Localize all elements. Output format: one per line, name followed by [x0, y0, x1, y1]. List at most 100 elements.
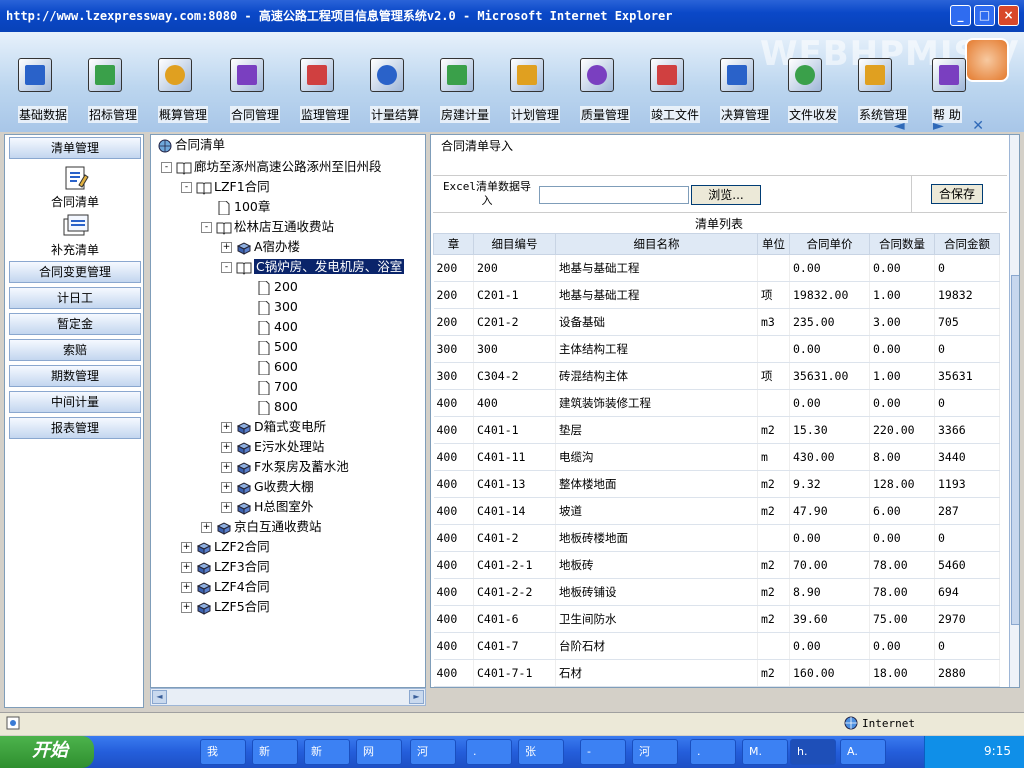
tree-node[interactable]: 200	[241, 277, 298, 297]
taskbar-button[interactable]: h.	[790, 739, 836, 765]
tree-node-label[interactable]: F水泵房及蓄水池	[254, 459, 349, 474]
close-button[interactable]: ×	[998, 5, 1019, 26]
taskbar-button[interactable]: 张	[518, 739, 564, 765]
table-row[interactable]: 400C401-7-2台阶石材铺设m231.5018.00567	[433, 686, 1000, 687]
table-row[interactable]: 200 C201-1 地基与基础工程项 19832.00 1.00 19832	[433, 281, 1000, 309]
scroll-thumb[interactable]	[1011, 275, 1019, 625]
tree-node-label[interactable]: G收费大棚	[254, 479, 314, 494]
taskbar-button[interactable]: 河	[632, 739, 678, 765]
collapse-icon[interactable]: -	[181, 182, 192, 193]
expand-icon[interactable]: +	[221, 242, 232, 253]
tree-node-label[interactable]: 100章	[234, 199, 270, 214]
column-header[interactable]: 合同单价	[789, 233, 870, 255]
table-vertical-scrollbar[interactable]	[1009, 135, 1019, 687]
tree-node[interactable]: 400	[241, 317, 298, 337]
panel-nav-controls[interactable]: ◄ ► ✕	[894, 118, 996, 132]
tree-node-label[interactable]: 300	[274, 299, 298, 314]
tree-node-label[interactable]: C锅炉房、发电机房、浴室	[254, 259, 405, 274]
nav-item-2[interactable]: 暂定金	[9, 313, 141, 335]
collapse-icon[interactable]: -	[161, 162, 172, 173]
table-row[interactable]: 400 C401-13 整体楼地面 m2 9.32 128.00 1193	[433, 470, 1000, 498]
table-row[interactable]: 400 C401-1 垫层 m2 15.30 220.00 3366	[433, 416, 1000, 444]
taskbar-button[interactable]: .	[690, 739, 736, 765]
table-row[interactable]: 300 300 主体结构工程 0.00 0.00 0	[433, 335, 1000, 363]
tree-node-label[interactable]: 500	[274, 339, 298, 354]
minimize-button[interactable]: _	[950, 5, 971, 26]
tree-node[interactable]: + E污水处理站	[221, 437, 324, 457]
nav-item-5[interactable]: 中间计量	[9, 391, 141, 413]
tree-node[interactable]: - LZF1合同	[181, 177, 270, 197]
taskbar-button[interactable]: -	[580, 739, 626, 765]
tree-node[interactable]: 100章	[201, 197, 270, 217]
table-row[interactable]: 200 C201-2 设备基础 m3 235.00 3.00 705	[433, 308, 1000, 336]
tree-node[interactable]: - 廊坊至涿州高速公路涿州至旧州段	[161, 157, 382, 177]
table-row[interactable]: 300 C304-2 砖混结构主体项 35631.00 1.00 35631	[433, 362, 1000, 390]
tree-node-label[interactable]: 700	[274, 379, 298, 394]
toolbar-item-12[interactable]: 系统管理	[856, 56, 926, 123]
column-header[interactable]: 章	[433, 233, 474, 255]
table-row[interactable]: 400 C401-14 坡道 m2 47.90 6.00 287	[433, 497, 1000, 525]
toolbar-item-13[interactable]: 帮 助	[930, 56, 1000, 123]
taskbar-button[interactable]: 新	[304, 739, 350, 765]
table-row[interactable]: 400 C401-7 台阶石材 0.00 0.00 0	[433, 632, 1000, 660]
nav-item-0[interactable]: 合同变更管理	[9, 261, 141, 283]
toolbar-item-3[interactable]: 合同管理	[228, 56, 298, 123]
tree-node-label[interactable]: LZF2合同	[214, 539, 270, 554]
table-row[interactable]: 400 C401-2 地板砖楼地面 0.00 0.00 0	[433, 524, 1000, 552]
expand-icon[interactable]: +	[221, 422, 232, 433]
nav-sub-supplement-bill[interactable]: 补充清单	[35, 241, 115, 258]
expand-icon[interactable]: +	[201, 522, 212, 533]
tree-node-label[interactable]: LZF3合同	[214, 559, 270, 574]
expand-icon[interactable]: +	[181, 602, 192, 613]
taskbar-button[interactable]: .	[466, 739, 512, 765]
expand-icon[interactable]: +	[221, 482, 232, 493]
tree-node[interactable]: - 松林店互通收费站	[201, 217, 334, 237]
taskbar-button[interactable]: 新	[252, 739, 298, 765]
toolbar-item-9[interactable]: 竣工文件	[648, 56, 718, 123]
taskbar-button[interactable]: 河	[410, 739, 456, 765]
nav-header-bill-management[interactable]: 清单管理	[9, 137, 141, 159]
expand-icon[interactable]: +	[181, 542, 192, 553]
save-button[interactable]: 合保存	[931, 184, 983, 204]
scroll-left-arrow-icon[interactable]: ◄	[152, 690, 167, 704]
tree-node-label[interactable]: A宿办楼	[254, 239, 300, 254]
table-row[interactable]: 400 C401-11 电缆沟 m 430.00 8.00 3440	[433, 443, 1000, 471]
table-row[interactable]: 400 C401-2-1 地板砖 m2 70.00 78.00 5460	[433, 551, 1000, 579]
tree-node[interactable]: + LZF3合同	[181, 557, 270, 577]
table-row[interactable]: 400 C401-6 卫生间防水 m2 39.60 75.00 2970	[433, 605, 1000, 633]
tree-node-label[interactable]: 松林店互通收费站	[234, 219, 334, 234]
column-header[interactable]: 合同数量	[869, 233, 935, 255]
tree-node-label[interactable]: 800	[274, 399, 298, 414]
tree-node-label[interactable]: 600	[274, 359, 298, 374]
taskbar-button[interactable]: A.	[840, 739, 886, 765]
tree-node[interactable]: 800	[241, 397, 298, 417]
table-row[interactable]: 400 C401-2-2 地板砖铺设 m2 8.90 78.00 694	[433, 578, 1000, 606]
tree-node-label[interactable]: LZF5合同	[214, 599, 270, 614]
tree-node[interactable]: + A宿办楼	[221, 237, 300, 257]
tree-node-label[interactable]: 京白互通收费站	[234, 519, 322, 534]
scroll-right-arrow-icon[interactable]: ►	[409, 690, 424, 704]
table-row[interactable]: 400 400 建筑装饰装修工程 0.00 0.00 0	[433, 389, 1000, 417]
toolbar-item-4[interactable]: 监理管理	[298, 56, 368, 123]
toolbar-item-10[interactable]: 决算管理	[718, 56, 788, 123]
expand-icon[interactable]: +	[221, 502, 232, 513]
table-row[interactable]: 200 200 地基与基础工程 0.00 0.00 0	[433, 254, 1000, 282]
tree-horizontal-scrollbar[interactable]: ◄ ►	[150, 688, 426, 706]
tree-node-label[interactable]: LZF4合同	[214, 579, 270, 594]
tree-node-label[interactable]: H总图室外	[254, 499, 313, 514]
tree-node[interactable]: 600	[241, 357, 298, 377]
toolbar-item-0[interactable]: 基础数据	[16, 56, 86, 123]
tree-node[interactable]: - C锅炉房、发电机房、浴室	[221, 257, 405, 277]
tree-node-label[interactable]: 200	[274, 279, 298, 294]
tree-node[interactable]: + LZF4合同	[181, 577, 270, 597]
expand-icon[interactable]: +	[221, 462, 232, 473]
column-header[interactable]: 细目编号	[473, 233, 556, 255]
tree-node[interactable]: + D箱式变电所	[221, 417, 326, 437]
toolbar-item-7[interactable]: 计划管理	[508, 56, 578, 123]
excel-file-input[interactable]	[539, 186, 689, 204]
toolbar-item-11[interactable]: 文件收发	[786, 56, 856, 123]
tree-node[interactable]: + LZF2合同	[181, 537, 270, 557]
nav-item-1[interactable]: 计日工	[9, 287, 141, 309]
tree-node[interactable]: 700	[241, 377, 298, 397]
expand-icon[interactable]: +	[181, 582, 192, 593]
